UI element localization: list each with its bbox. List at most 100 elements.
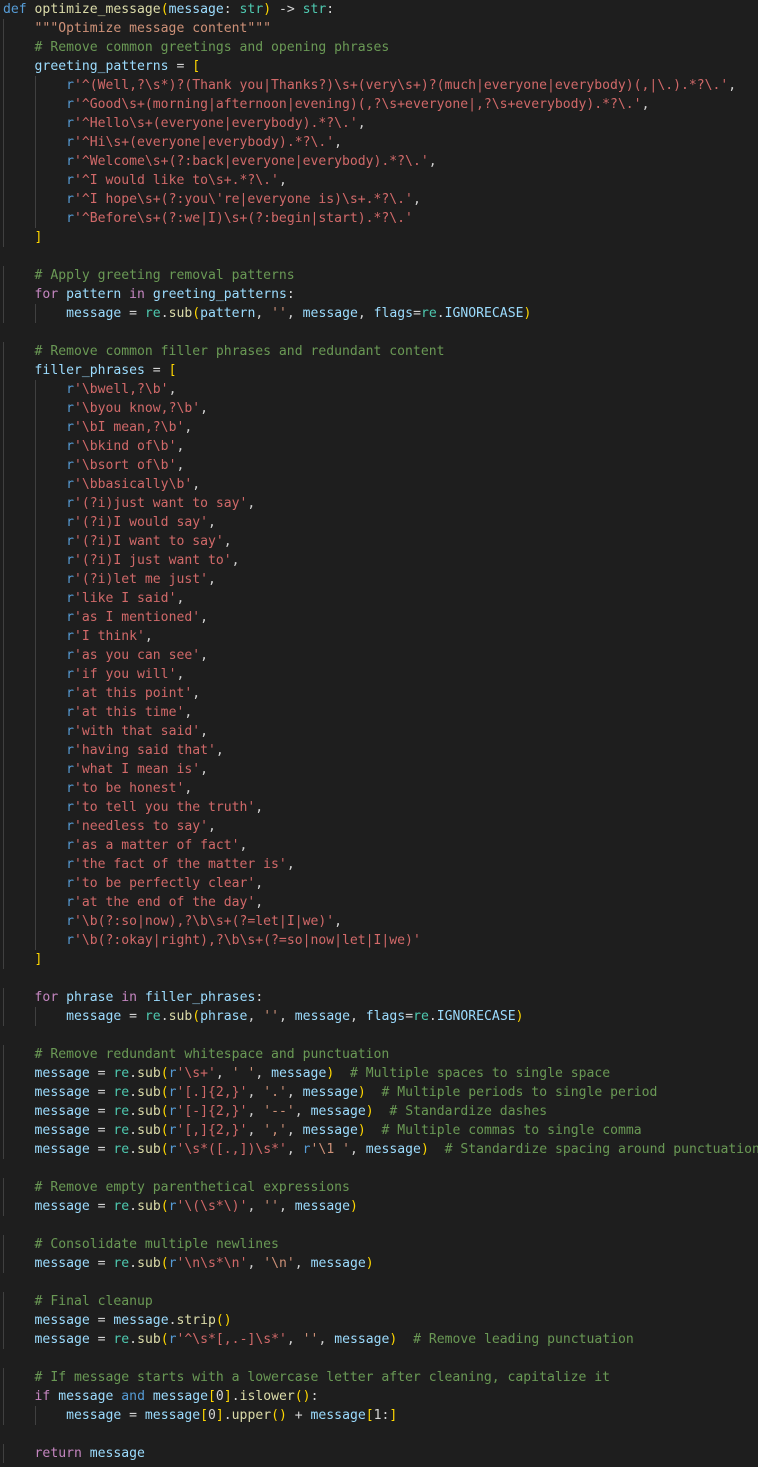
code-line[interactable]: message = re.sub(r'^\s*[,.-]\s*', '', me… [0, 1330, 758, 1349]
code-line[interactable]: r'\byou know,?\b', [0, 399, 758, 418]
code-line[interactable]: r'what I mean is', [0, 760, 758, 779]
indent-guide [34, 532, 36, 551]
code-line[interactable]: message = re.sub(r'\n\s*\n', '\n', messa… [0, 1254, 758, 1273]
code-line[interactable]: # Remove common filler phrases and redun… [0, 342, 758, 361]
code-token: . [129, 1104, 138, 1119]
code-line[interactable]: r'the fact of the matter is', [0, 855, 758, 874]
code-line[interactable]: r'(?i)let me just', [0, 570, 758, 589]
code-line[interactable]: r'at this time', [0, 703, 758, 722]
code-line[interactable]: r'\bwell,?\b', [0, 380, 758, 399]
code-line[interactable] [0, 323, 758, 342]
code-line[interactable]: r'needless to say', [0, 817, 758, 836]
indent-guide [3, 1121, 4, 1140]
code-line[interactable]: r'(?i)I want to say', [0, 532, 758, 551]
code-line[interactable]: message = re.sub(pattern, '', message, f… [0, 304, 758, 323]
code-line[interactable]: greeting_patterns = [ [0, 57, 758, 76]
code-line[interactable]: message = re.sub(r'\s*([.,])\s*', r'\1 '… [0, 1140, 758, 1159]
code-token: '\n\s*\n' [176, 1256, 248, 1271]
code-line[interactable]: r'as a matter of fact', [0, 836, 758, 855]
code-line[interactable]: for pattern in greeting_patterns: [0, 285, 758, 304]
code-line[interactable]: r'^Hi\s+(everyone|everybody).*?\.', [0, 133, 758, 152]
code-line[interactable]: message = re.sub(r'[.]{2,}', '.', messag… [0, 1083, 758, 1102]
code-line[interactable]: r'to be perfectly clear', [0, 874, 758, 893]
code-line[interactable]: r'^Before\s+(?:we|I)\s+(?:begin|start).*… [0, 209, 758, 228]
code-token: r [66, 591, 74, 606]
code-line[interactable]: r'\b(?:okay|right),?\b\s+(?=so|now|let|I… [0, 931, 758, 950]
code-line[interactable]: # If message starts with a lowercase let… [0, 1368, 758, 1387]
code-token: ] [34, 952, 43, 967]
code-token: , [247, 1199, 264, 1214]
code-line[interactable]: r'\bbasically\b', [0, 475, 758, 494]
code-line[interactable]: # Remove empty parenthetical expressions [0, 1178, 758, 1197]
code-line[interactable]: """Optimize message content""" [0, 19, 758, 38]
code-line[interactable]: # Remove redundant whitespace and punctu… [0, 1045, 758, 1064]
code-token: . [223, 1408, 232, 1423]
code-token: , [428, 154, 437, 169]
code-line[interactable]: # Consolidate multiple newlines [0, 1235, 758, 1254]
code-token: = [89, 1142, 114, 1157]
code-line[interactable]: r'(?i)just want to say', [0, 494, 758, 513]
code-line[interactable]: return message [0, 1444, 758, 1463]
code-line[interactable] [0, 1026, 758, 1045]
code-line[interactable]: # Final cleanup [0, 1292, 758, 1311]
code-line[interactable]: r'(?i)I just want to', [0, 551, 758, 570]
code-line[interactable]: r'(?i)I would say', [0, 513, 758, 532]
code-line[interactable]: ] [0, 950, 758, 969]
code-line[interactable]: r'^Welcome\s+(?:back|everyone|everybody)… [0, 152, 758, 171]
code-line[interactable]: r'^I would like to\s+.*?\.', [0, 171, 758, 190]
code-line[interactable] [0, 1349, 758, 1368]
code-line[interactable] [0, 1159, 758, 1178]
code-editor[interactable]: def optimize_message(message: str) -> st… [0, 0, 758, 1467]
code-line[interactable]: if message and message[0].islower(): [0, 1387, 758, 1406]
code-line[interactable]: r'having said that', [0, 741, 758, 760]
indent-guide [3, 1178, 4, 1197]
code-line[interactable] [0, 1425, 758, 1444]
code-line[interactable]: r'\bsort of\b', [0, 456, 758, 475]
code-line[interactable]: r'with that said', [0, 722, 758, 741]
code-token: greeting_patterns [34, 59, 169, 74]
code-line[interactable]: r'if you will', [0, 665, 758, 684]
code-line[interactable]: r'^Hello\s+(everyone|everybody).*?\.', [0, 114, 758, 133]
code-line[interactable]: r'\b(?:so|now),?\b\s+(?=let|I|we)', [0, 912, 758, 931]
code-line[interactable]: r'as you can see', [0, 646, 758, 665]
code-line[interactable]: r'\bI mean,?\b', [0, 418, 758, 437]
code-line[interactable] [0, 247, 758, 266]
code-token: IGNORECASE [444, 306, 524, 321]
code-line[interactable]: message = re.sub(r'[,]{2,}', ',', messag… [0, 1121, 758, 1140]
code-line[interactable]: message = message.strip() [0, 1311, 758, 1330]
indent-guide [34, 608, 36, 627]
code-line[interactable]: r'I think', [0, 627, 758, 646]
indent-guide [3, 1045, 4, 1064]
code-line[interactable] [0, 1216, 758, 1235]
code-line[interactable] [0, 1273, 758, 1292]
code-line[interactable]: ] [0, 228, 758, 247]
code-line[interactable]: message = message[0].upper() + message[1… [0, 1406, 758, 1425]
code-line[interactable]: r'to tell you the truth', [0, 798, 758, 817]
code-token: 'at this time' [73, 705, 185, 720]
indent-guide [3, 57, 4, 76]
indent-guide [3, 171, 4, 190]
code-line[interactable]: filler_phrases = [ [0, 361, 758, 380]
code-token: = [89, 1313, 114, 1328]
code-line[interactable]: message = re.sub(phrase, '', message, fl… [0, 1007, 758, 1026]
code-line[interactable] [0, 969, 758, 988]
code-token: . [129, 1123, 138, 1138]
code-line[interactable]: message = re.sub(r'\(\s*\)', '', message… [0, 1197, 758, 1216]
code-line[interactable]: r'^Good\s+(morning|afternoon|evening)(,?… [0, 95, 758, 114]
code-line[interactable]: def optimize_message(message: str) -> st… [0, 0, 758, 19]
code-line[interactable]: r'^I hope\s+(?:you\'re|everyone is)\s+.*… [0, 190, 758, 209]
code-line[interactable]: r'to be honest', [0, 779, 758, 798]
code-line[interactable]: for phrase in filler_phrases: [0, 988, 758, 1007]
code-token: r [168, 1104, 177, 1119]
code-line[interactable]: # Apply greeting removal patterns [0, 266, 758, 285]
code-token: r [168, 1142, 177, 1157]
code-line[interactable]: # Remove common greetings and opening ph… [0, 38, 758, 57]
code-line[interactable]: message = re.sub(r'[-]{2,}', '--', messa… [0, 1102, 758, 1121]
code-line[interactable]: r'like I said', [0, 589, 758, 608]
code-line[interactable]: r'^(Well,?\s*)?(Thank you|Thanks?)\s+(ve… [0, 76, 758, 95]
code-line[interactable]: r'\bkind of\b', [0, 437, 758, 456]
code-line[interactable]: r'as I mentioned', [0, 608, 758, 627]
code-line[interactable]: r'at this point', [0, 684, 758, 703]
code-line[interactable]: message = re.sub(r'\s+', ' ', message) #… [0, 1064, 758, 1083]
code-line[interactable]: r'at the end of the day', [0, 893, 758, 912]
